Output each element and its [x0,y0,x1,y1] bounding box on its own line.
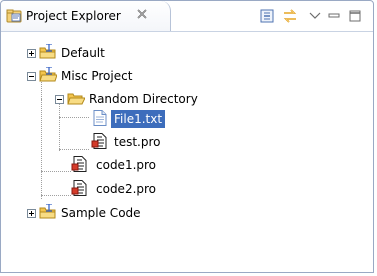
tree-item-label: Default [61,46,105,60]
tree-item-code1-pro[interactable]: code1.pro [1,155,301,175]
collapse-all-icon[interactable] [259,8,275,24]
tree-item-default[interactable]: Default [1,43,301,63]
project-tree: Default Misc Project Random Directory Fi… [1,33,373,273]
tree-item-test-pro[interactable]: test.pro [1,132,301,152]
expand-plus-icon[interactable] [27,49,36,58]
tree-item-label: File1.txt [111,110,166,128]
tree-item-label: Misc Project [61,69,133,83]
tree-item-sample-code[interactable]: Sample Code [1,203,301,223]
pro-file-icon [91,133,107,149]
expand-plus-icon[interactable] [27,209,36,218]
tree-item-label: code1.pro [96,158,157,172]
project-folder-icon [39,204,56,219]
link-with-editor-icon[interactable] [282,8,298,24]
project-explorer-view: Project Explorer Default Misc Project Ra… [0,0,374,273]
project-explorer-icon [6,9,22,23]
project-folder-icon [39,44,56,59]
maximize-icon[interactable] [347,8,363,24]
close-icon[interactable] [135,7,149,21]
view-title-bar: Project Explorer [1,1,373,32]
project-explorer-tab[interactable]: Project Explorer [1,1,171,31]
pro-file-icon [71,180,87,196]
tree-item-label: test.pro [114,135,161,149]
tree-item-label: Random Directory [89,92,198,106]
view-menu-chevron-icon[interactable] [307,8,323,24]
open-folder-icon [67,93,85,105]
tree-item-label: code2.pro [96,182,157,196]
text-file-icon [93,110,107,126]
tree-item-code2-pro[interactable]: code2.pro [1,179,301,199]
collapse-minus-icon[interactable] [55,95,64,104]
tree-item-random-directory[interactable]: Random Directory [1,89,301,109]
tree-item-file1-txt[interactable]: File1.txt [1,109,301,129]
pro-file-icon [71,156,87,172]
tree-item-label: Sample Code [61,206,141,220]
view-title: Project Explorer [26,9,121,23]
collapse-minus-icon[interactable] [27,72,36,81]
minimize-icon[interactable] [326,8,342,24]
tree-item-misc-project[interactable]: Misc Project [1,66,301,86]
project-folder-icon [39,67,57,82]
